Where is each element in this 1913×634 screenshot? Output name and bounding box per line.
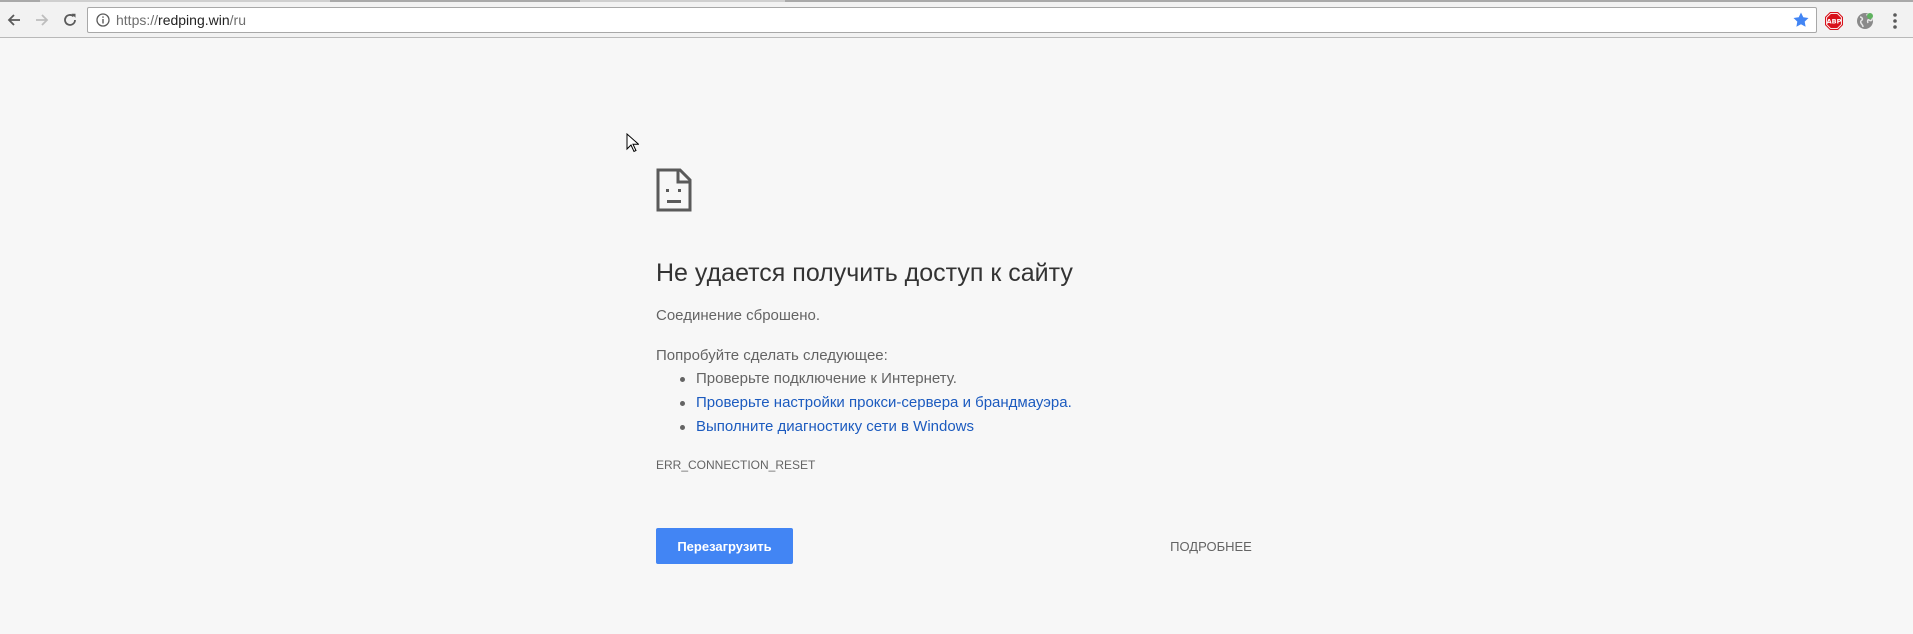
menu-dots-icon[interactable] [1889, 11, 1901, 31]
info-icon[interactable] [96, 13, 110, 27]
suggestion-network-diagnostics-link[interactable]: Выполните диагностику сети в Windows [680, 415, 1072, 439]
adblock-plus-icon[interactable]: ABP [1824, 11, 1844, 31]
suggestion-check-connection: Проверьте подключение к Интернету. [680, 367, 1072, 391]
sad-page-icon [656, 168, 692, 212]
svg-text:ABP: ABP [1827, 18, 1842, 26]
suggestions-intro: Попробуйте сделать следующее: [656, 347, 888, 364]
browser-toolbar: https://redping.win/ru ABP [0, 2, 1913, 38]
arrow-right-icon [36, 14, 49, 26]
reload-toolbar-button[interactable] [58, 8, 82, 32]
back-button[interactable] [2, 8, 26, 32]
address-bar[interactable]: https://redping.win/ru [87, 7, 1817, 33]
refresh-icon [64, 13, 76, 26]
mouse-cursor-icon [626, 133, 639, 153]
arrow-left-icon [7, 14, 20, 26]
error-message: Соединение сброшено. [656, 307, 821, 324]
url-path: /ru [229, 12, 246, 28]
error-code: ERR_CONNECTION_RESET [656, 458, 816, 472]
url-scheme: https:// [116, 12, 159, 28]
details-button[interactable]: ПОДРОБНЕЕ [1156, 528, 1266, 564]
error-heading: Не удается получить доступ к сайту [656, 259, 1073, 287]
suggestions-list: Проверьте подключение к Интернету. Прове… [656, 367, 1072, 439]
url-host: redping.win [158, 12, 230, 28]
url-text[interactable]: https://redping.win/ru [116, 12, 246, 28]
bookmark-star-icon[interactable] [1792, 11, 1810, 29]
suggestion-proxy-firewall-link[interactable]: Проверьте настройки прокси-сервера и бра… [680, 391, 1072, 415]
forward-button[interactable] [30, 8, 54, 32]
reload-button[interactable]: Перезагрузить [656, 528, 793, 564]
globe-extension-icon[interactable] [1855, 11, 1875, 31]
